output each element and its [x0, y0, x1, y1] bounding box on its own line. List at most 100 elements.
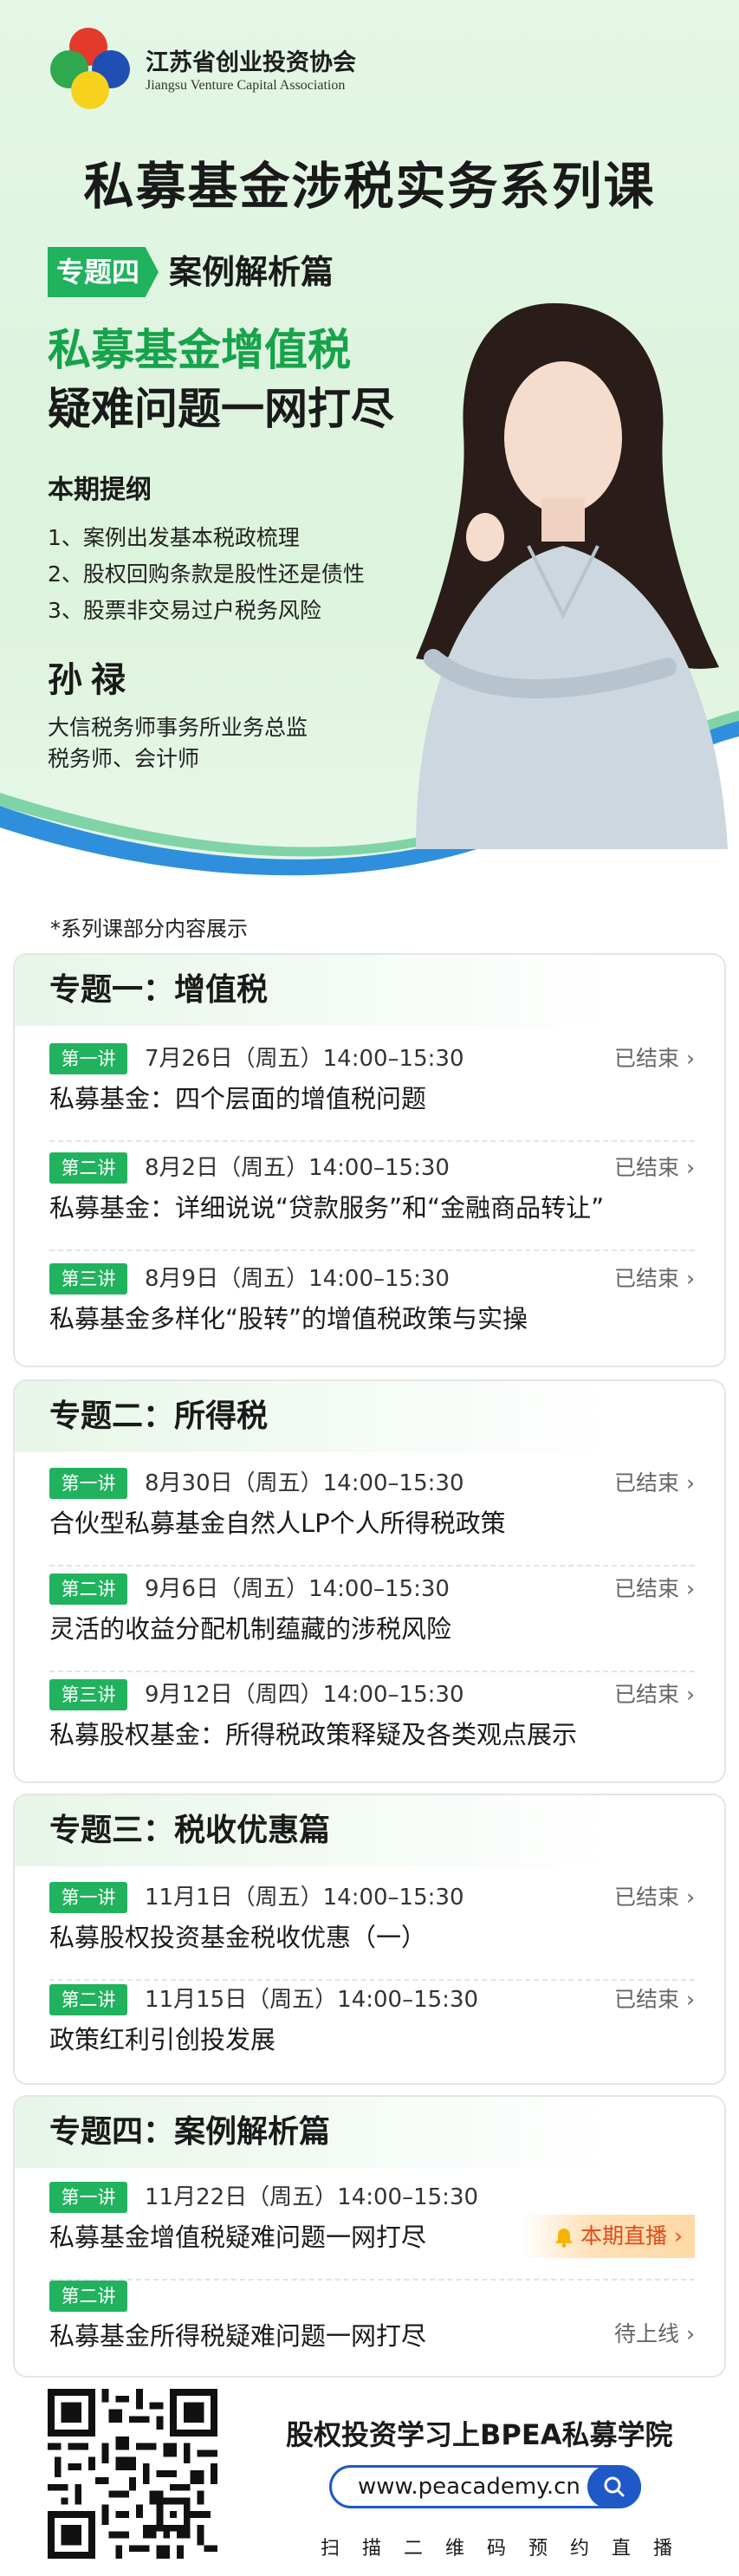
lecture-item[interactable]: 第一讲 8月30日（周五）14:00–15:30 已结束 › 合伙型私募基金自然人…	[49, 1468, 695, 1572]
lecture-badge: 第一讲	[49, 1468, 127, 1499]
lecture-time: 8月30日（周五）14:00–15:30	[145, 1470, 464, 1496]
divider	[49, 1565, 695, 1567]
lecture-item[interactable]: 第三讲 9月12日（周四）14:00–15:30 已结束 › 私募股权基金：所得税…	[49, 1679, 695, 1781]
lecture-time: 11月22日（周五）14:00–15:30	[145, 2184, 479, 2210]
live-now-button[interactable]: 本期直播 ›	[522, 2215, 695, 2258]
footer: 股权投资学习上BPEA私募学院 www.peacademy.cn 扫描二维码预约…	[0, 2378, 739, 2576]
lecture-item[interactable]: 第一讲 7月26日（周五）14:00–15:30 已结束 › 私募基金：四个层面的…	[49, 1043, 695, 1147]
lecture-title: 私募基金：四个层面的增值税问题	[49, 1084, 427, 1113]
lecture-time: 9月12日（周四）14:00–15:30	[145, 1682, 464, 1708]
lecture-badge: 第三讲	[49, 1263, 127, 1294]
lecture-time: 8月2日（周五）14:00–15:30	[145, 1155, 450, 1181]
series-note: *系列课部分内容展示	[50, 917, 248, 941]
status-label: 已结束	[613, 1470, 679, 1496]
lecture-badge: 第一讲	[49, 1043, 127, 1074]
headline: 私募基金增值税 疑难问题一网打尽	[48, 321, 394, 438]
chevron-right-icon: ›	[686, 1266, 695, 1291]
hero-banner: 江苏省创业投资协会 Jiangsu Venture Capital Associ…	[0, 0, 739, 918]
lecture-status[interactable]: 已结束 ›	[614, 1043, 695, 1074]
lecture-status[interactable]: 待上线 ›	[614, 2319, 695, 2350]
status-label: 已结束	[613, 1155, 679, 1180]
lecture-badge: 第三讲	[49, 1679, 127, 1710]
speaker-credentials: 税务师、会计师	[48, 746, 200, 771]
headline-line-1: 私募基金增值税	[48, 325, 351, 375]
divider	[49, 1979, 695, 1981]
topic-subtitle: 案例解析篇	[169, 253, 334, 291]
lecture-time: 9月6日（周五）14:00–15:30	[145, 1576, 450, 1602]
lecture-title: 私募基金多样化“股转”的增值税政策与实操	[49, 1304, 528, 1333]
lecture-item[interactable]: 第二讲 待上线 › 私募基金所得税疑难问题一网打尽	[49, 2281, 695, 2376]
lecture-badge: 第一讲	[49, 2182, 127, 2213]
bell-icon	[555, 2229, 574, 2248]
lecture-item[interactable]: 第一讲 11月22日（周五）14:00–15:30 私募基金增值税疑难问题一网打…	[49, 2182, 695, 2286]
status-label: 已结束	[613, 1885, 679, 1910]
chevron-right-icon: ›	[686, 1576, 695, 1601]
lecture-item[interactable]: 第二讲 9月6日（周五）14:00–15:30 已结束 › 灵活的收益分配机制蕴藏…	[49, 1574, 695, 1677]
qr-code[interactable]	[48, 2389, 217, 2559]
status-label: 已结束	[613, 1682, 679, 1707]
divider	[49, 1140, 695, 1142]
lecture-item[interactable]: 第二讲 11月15日（周五）14:00–15:30 已结束 › 政策红利引创投发展	[49, 1984, 695, 2083]
chevron-right-icon: ›	[686, 1046, 695, 1071]
lecture-status[interactable]: 已结束 ›	[614, 1468, 695, 1499]
speaker-info: 大信税务师事务所业务总监 税务师、会计师	[48, 712, 308, 775]
status-label: 待上线	[613, 2321, 679, 2346]
speaker-portrait	[416, 303, 728, 849]
lecture-title: 私募基金所得税疑难问题一网打尽	[49, 2321, 427, 2351]
lecture-item[interactable]: 第二讲 8月2日（周五）14:00–15:30 已结束 › 私募基金：详细说说“贷…	[49, 1152, 695, 1256]
divider	[49, 1671, 695, 1672]
card-title: 专题三：税收优惠篇	[15, 1795, 724, 1866]
status-label: 已结束	[613, 1266, 679, 1291]
lecture-title: 私募股权基金：所得税政策释疑及各类观点展示	[49, 1720, 578, 1749]
speaker-title: 大信税务师事务所业务总监	[48, 715, 308, 740]
topic-tag: 专题四	[48, 247, 159, 297]
outline-list: 1、案例出发基本税政梳理 2、股权回购条款是股性还是债性 3、股票非交易过户税务…	[48, 520, 365, 629]
page-title: 私募基金涉税实务系列课	[83, 157, 656, 216]
lecture-title: 合伙型私募基金自然人LP个人所得税政策	[49, 1509, 506, 1538]
chevron-right-icon: ›	[686, 1885, 695, 1910]
lecture-status[interactable]: 已结束 ›	[614, 1679, 695, 1710]
lecture-title: 私募股权投资基金税收优惠（一）	[49, 1923, 427, 1952]
lecture-status[interactable]: 已结束 ›	[614, 1984, 695, 2015]
status-label: 已结束	[613, 1987, 679, 2012]
outline-title: 本期提纲	[48, 468, 152, 509]
lecture-time: 7月26日（周五）14:00–15:30	[145, 1046, 464, 1072]
chevron-right-icon: ›	[667, 2223, 683, 2248]
lecture-badge: 第二讲	[49, 1152, 127, 1184]
lecture-title: 私募基金：详细说说“贷款服务”和“金融商品转让”	[49, 1193, 605, 1223]
lecture-item[interactable]: 第三讲 8月9日（周五）14:00–15:30 已结束 › 私募基金多样化“股转”…	[49, 1263, 695, 1366]
url-search-bar[interactable]: www.peacademy.cn	[329, 2465, 641, 2508]
lecture-item[interactable]: 第一讲 11月1日（周五）14:00–15:30 已结束 › 私募股权投资基金税收…	[49, 1882, 695, 1986]
lecture-badge: 第二讲	[49, 1984, 127, 2015]
lecture-title: 灵活的收益分配机制蕴藏的涉税风险	[49, 1614, 452, 1644]
topic-card-income-tax: 专题二：所得税 第一讲 8月30日（周五）14:00–15:30 已结束 › 合伙…	[13, 1379, 726, 1783]
lecture-title: 政策红利引创投发展	[49, 2025, 276, 2054]
lecture-badge: 第二讲	[49, 1574, 127, 1605]
search-icon	[604, 2476, 625, 2497]
topic-card-case-studies: 专题四：案例解析篇 第一讲 11月22日（周五）14:00–15:30 私募基金…	[13, 2095, 726, 2378]
lecture-badge: 第二讲	[49, 2281, 127, 2312]
chevron-right-icon: ›	[686, 1155, 695, 1180]
lecture-status[interactable]: 已结束 ›	[614, 1263, 695, 1294]
status-label: 已结束	[613, 1576, 679, 1601]
lecture-status[interactable]: 已结束 ›	[614, 1152, 695, 1184]
association-logo	[50, 28, 137, 111]
card-title: 专题一：增值税	[15, 955, 724, 1026]
lecture-status[interactable]: 已结束 ›	[614, 1574, 695, 1605]
academy-slogan: 股权投资学习上BPEA私募学院	[286, 2418, 673, 2451]
scan-instruction: 扫描二维码预约直播	[321, 2538, 696, 2560]
chevron-right-icon: ›	[686, 2321, 695, 2346]
card-title: 专题二：所得税	[15, 1381, 724, 1452]
lecture-status[interactable]: 已结束 ›	[614, 1882, 695, 1913]
chevron-right-icon: ›	[686, 1987, 695, 2012]
search-button[interactable]	[587, 2465, 641, 2508]
lecture-badge: 第一讲	[49, 1882, 127, 1913]
chevron-right-icon: ›	[686, 1470, 695, 1496]
association-name-en: Jiangsu Venture Capital Association	[146, 78, 346, 93]
live-label: 本期直播	[580, 2223, 668, 2248]
url-text: www.peacademy.cn	[358, 2474, 580, 2500]
chevron-right-icon: ›	[686, 1682, 695, 1707]
status-label: 已结束	[613, 1046, 679, 1071]
outline-item: 1、案例出发基本税政梳理	[48, 525, 300, 550]
outline-item: 2、股权回购条款是股性还是债性	[48, 561, 365, 587]
